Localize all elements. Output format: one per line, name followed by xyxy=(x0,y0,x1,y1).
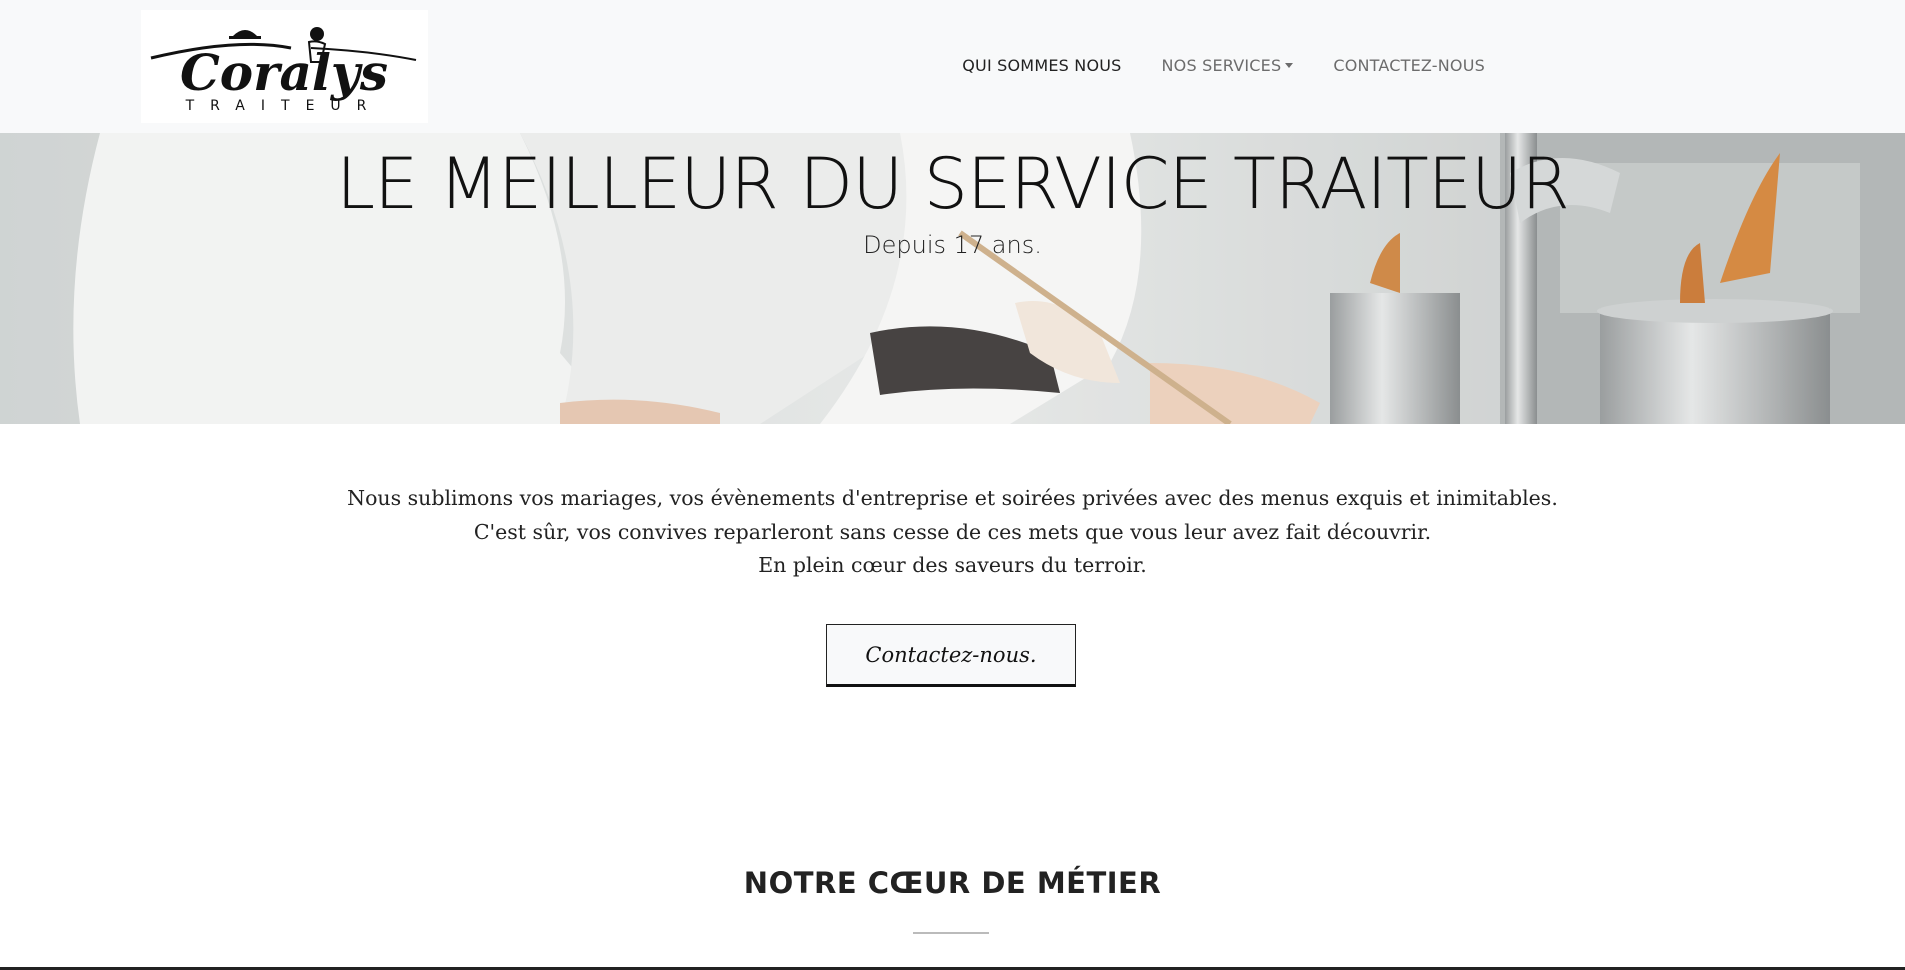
nav-link-label: NOS SERVICES xyxy=(1161,55,1282,75)
intro-line: Nous sublimons vos mariages, vos évèneme… xyxy=(347,486,1558,510)
nav-link-label: QUI SOMMES NOUS xyxy=(962,55,1122,75)
nav-link-contactez-nous[interactable]: CONTACTEZ-NOUS xyxy=(1313,56,1505,75)
brand-logo[interactable]: Coralys TRAITEUR xyxy=(141,10,428,123)
main-nav: QUI SOMMES NOUS NOS SERVICES CONTACTEZ-N… xyxy=(942,52,1505,78)
nav-link-label: CONTACTEZ-NOUS xyxy=(1333,55,1485,75)
caret-down-icon xyxy=(1285,62,1294,68)
hero-banner: LE MEILLEUR DU SERVICE TRAITEUR Depuis 1… xyxy=(0,133,1905,424)
nav-link-qui-sommes-nous[interactable]: QUI SOMMES NOUS xyxy=(942,56,1141,75)
section-divider xyxy=(913,932,989,934)
intro-text: Nous sublimons vos mariages, vos évèneme… xyxy=(0,482,1905,583)
logo-tagline: TRAITEUR xyxy=(185,98,383,114)
contact-button[interactable]: Contactez-nous. xyxy=(826,624,1076,687)
intro-line: En plein cœur des saveurs du terroir. xyxy=(758,553,1147,577)
nav-dropdown-nos-services[interactable]: NOS SERVICES xyxy=(1142,56,1314,75)
hero-subtitle: Depuis 17 ans. xyxy=(863,231,1042,259)
navbar: Coralys TRAITEUR QUI SOMMES NOUS NOS SER… xyxy=(0,0,1905,133)
logo-name: Coralys xyxy=(180,43,388,102)
intro-line: C'est sûr, vos convives reparleront sans… xyxy=(473,519,1432,544)
coralys-logo-icon: Coralys TRAITEUR xyxy=(150,27,417,114)
section-title: NOTRE CŒUR DE MÉTIER xyxy=(743,866,1162,900)
hero-title: LE MEILLEUR DU SERVICE TRAITEUR xyxy=(336,143,1570,225)
